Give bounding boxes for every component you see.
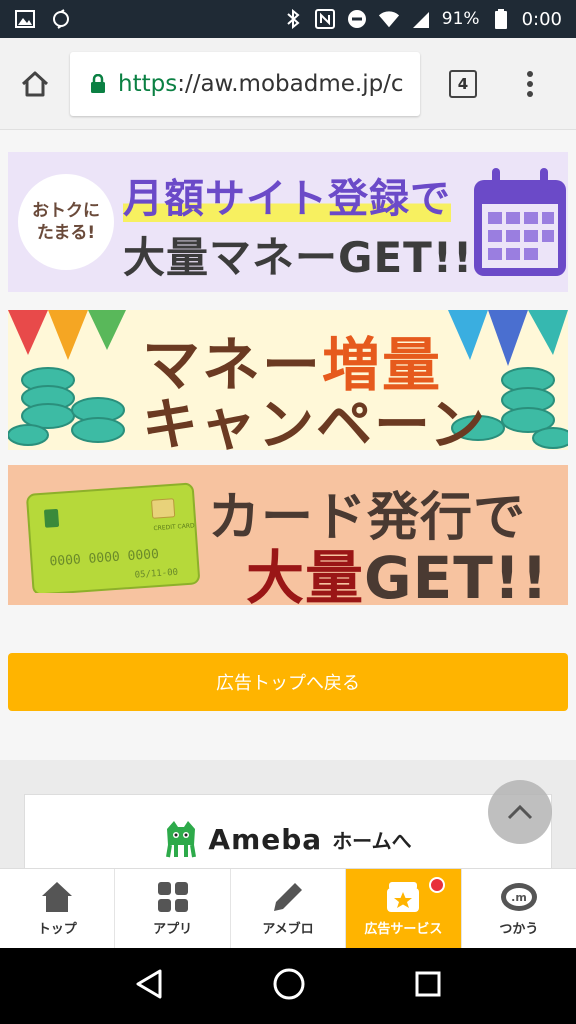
nav-ameblo[interactable]: アメブロ xyxy=(231,869,347,948)
card-title-b: GET!! xyxy=(364,544,549,605)
url-text: ://aw.mobadme.jp/c xyxy=(177,70,404,97)
calendar-icon xyxy=(474,168,566,276)
card-title-line2: 大量GET!! xyxy=(246,531,549,605)
battery-icon xyxy=(490,8,512,30)
gallery-icon xyxy=(14,8,36,30)
nfc-icon xyxy=(314,8,336,30)
nav-apps-label: アプリ xyxy=(153,922,193,937)
nav-ameblo-label: アメブロ xyxy=(262,922,314,937)
battery-percent: 91% xyxy=(441,9,480,29)
browser-home-button[interactable] xyxy=(0,38,70,130)
back-triangle-icon xyxy=(136,969,162,999)
system-home-button[interactable] xyxy=(272,967,306,1005)
url-scheme: https xyxy=(118,70,178,97)
ameba-home-label: ホームへ xyxy=(332,828,412,853)
badge-line1: おトクに xyxy=(32,200,100,221)
system-recents-button[interactable] xyxy=(414,970,442,1002)
pencil-icon xyxy=(274,883,303,911)
monthly-site-banner[interactable]: おトクに たまる! 月額サイト登録で 大量マネーGET!! xyxy=(8,152,568,292)
scroll-to-top-button[interactable] xyxy=(488,780,552,844)
campaign-title-line2: キャンペーン xyxy=(142,393,488,450)
nav-ad-service-label: 広告サービス xyxy=(364,922,443,937)
bluetooth-icon xyxy=(282,8,304,30)
more-vert-icon xyxy=(527,70,533,97)
ameba-mascot-icon xyxy=(166,821,197,858)
ameba-home-link[interactable]: Ameba ホームへ xyxy=(24,794,552,868)
clock: 0:00 xyxy=(521,8,562,30)
sync-icon xyxy=(50,8,72,30)
nav-apps[interactable]: アプリ xyxy=(115,869,231,948)
monthly-title: 月額サイト登録で xyxy=(123,166,451,224)
home-outline-icon xyxy=(21,71,49,96)
browser-toolbar: https://aw.mobadme.jp/c 4 xyxy=(0,38,576,130)
nav-top[interactable]: トップ xyxy=(0,869,116,948)
svg-text:.m: .m xyxy=(511,891,527,904)
chevron-up-icon xyxy=(507,804,533,820)
browser-menu-button[interactable] xyxy=(498,38,562,130)
notification-badge xyxy=(428,877,445,893)
nav-ad-service[interactable]: 広告サービス xyxy=(346,869,462,948)
credit-card-illustration: CREDIT CARD 0000 0000 0000 05/11-00 xyxy=(26,482,200,593)
page-content: おトクに たまる! 月額サイト登録で 大量マネーGET!! マネー増量 キャンペ… xyxy=(0,130,576,868)
nav-top-label: トップ xyxy=(37,922,77,937)
nav-use[interactable]: .m つかう xyxy=(462,869,576,948)
nav-use-label: つかう xyxy=(499,922,539,937)
coin-stack-left xyxy=(8,367,125,446)
lock-icon xyxy=(90,73,106,94)
tab-switcher-button[interactable]: 4 xyxy=(428,38,498,130)
recents-square-icon xyxy=(415,971,441,997)
monthly-title-text: 月額サイト登録で xyxy=(123,176,451,222)
do-not-disturb-icon xyxy=(346,8,368,30)
system-back-button[interactable] xyxy=(134,968,164,1004)
card-title-a: 大量 xyxy=(246,544,365,605)
signal-icon xyxy=(410,8,432,30)
badge-line2: たまる! xyxy=(36,223,96,243)
system-nav-bar xyxy=(0,948,576,1024)
home-icon xyxy=(42,882,73,912)
card-issue-banner[interactable]: CREDIT CARD 0000 0000 0000 05/11-00 カード発… xyxy=(8,465,568,605)
back-to-ad-top-button[interactable]: 広告トップへ戻る xyxy=(8,653,568,711)
home-circle-icon xyxy=(273,968,305,1000)
ad-service-icon xyxy=(387,882,420,912)
otoku-badge: おトクに たまる! xyxy=(18,174,114,270)
bottom-nav: トップ アプリ アメブロ 広告サービス .m つかう xyxy=(0,868,576,948)
url-bar[interactable]: https://aw.mobadme.jp/c xyxy=(70,51,420,116)
status-bar: 91% 0:00 xyxy=(0,0,576,38)
monthly-subtitle: 大量マネーGET!! xyxy=(123,233,474,282)
ameba-logo-text: Ameba xyxy=(208,822,323,856)
tab-count: 4 xyxy=(449,69,477,98)
money-campaign-banner[interactable]: マネー増量 キャンペーン xyxy=(8,310,568,450)
coin-icon: .m xyxy=(500,883,537,911)
apps-icon xyxy=(157,882,188,912)
wifi-icon xyxy=(378,8,400,30)
